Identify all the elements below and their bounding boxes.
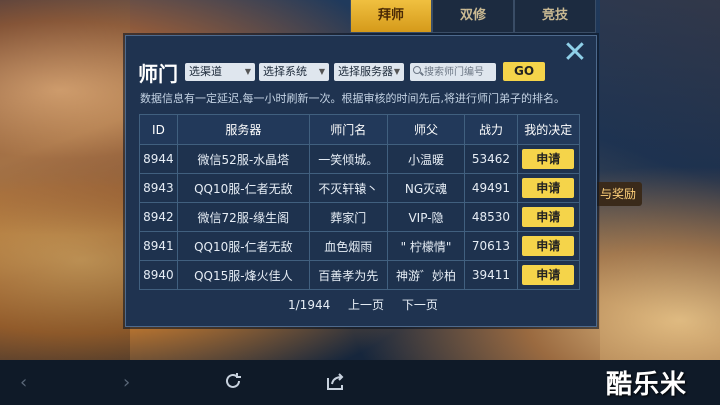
cell-server: QQ10服-仁者无敌 (176, 173, 310, 203)
apply-button[interactable]: 申请 (522, 178, 575, 198)
cell-sect: 血色烟雨 (308, 231, 388, 261)
cell-decision: 申请 (516, 144, 581, 174)
table-row: 8944 微信52服-水晶塔 一笑倾城。 小温暖 53462 申请 (139, 144, 581, 174)
search-icon (413, 66, 421, 74)
cell-sect: 一笑倾城。 (308, 144, 388, 174)
prev-page-link[interactable]: 上一页 (348, 298, 384, 312)
watermark-logo: 酷乐米 (606, 370, 688, 400)
apply-button[interactable]: 申请 (522, 265, 575, 285)
cell-sect: 不灭轩辕丶 (308, 173, 388, 203)
refresh-icon[interactable] (222, 370, 244, 392)
cell-decision: 申请 (516, 231, 581, 261)
cell-power: 48530 (464, 202, 518, 232)
cell-server: QQ15服-烽火佳人 (176, 260, 310, 290)
close-icon[interactable]: ✕ (561, 38, 589, 68)
cell-power: 53462 (464, 144, 518, 174)
forward-arrow-icon[interactable]: › (123, 372, 130, 393)
tab-arena[interactable]: 竞技 (514, 0, 596, 33)
apply-button[interactable]: 申请 (522, 207, 575, 227)
refresh-notice: 数据信息有一定延迟,每一小时刷新一次。根据审核的时间先后,将进行师门弟子的排名。 (140, 92, 565, 105)
dropdown-arrow-icon: ▼ (393, 67, 400, 76)
next-page-link[interactable]: 下一页 (402, 298, 438, 312)
tab-apprentice[interactable]: 拜师 (350, 0, 432, 33)
cell-decision: 申请 (516, 260, 581, 290)
table-row: 8943 QQ10服-仁者无敌 不灭轩辕丶 NG灭魂 49491 申请 (139, 173, 581, 203)
pagination: 1/1944 上一页 下一页 (288, 296, 452, 313)
dropdown-arrow-icon: ▼ (244, 67, 251, 76)
table-header-row: ID 服务器 师门名 师父 战力 我的决定 (139, 114, 581, 145)
system-select-label: 选择系统 (263, 65, 307, 78)
cell-sect: 百善孝为先 (308, 260, 388, 290)
character-art-left (0, 0, 130, 360)
cell-power: 49491 (464, 173, 518, 203)
cell-master: " 柠檬情" (386, 231, 466, 261)
table-row: 8940 QQ15服-烽火佳人 百善孝为先 神游゛妙柏 39411 申请 (139, 260, 581, 290)
cell-id: 8941 (139, 231, 178, 261)
cell-master: NG灭魂 (386, 173, 466, 203)
cell-server: 微信52服-水晶塔 (176, 144, 310, 174)
cell-power: 39411 (464, 260, 518, 290)
cell-master: 小温暖 (386, 144, 466, 174)
cell-id: 8940 (139, 260, 178, 290)
cell-server: 微信72服-缘生阁 (176, 202, 310, 232)
dialog-title: 师门 (138, 62, 178, 86)
cell-master: VIP-隐 (386, 202, 466, 232)
cell-decision: 申请 (516, 173, 581, 203)
cell-master: 神游゛妙柏 (386, 260, 466, 290)
cell-server: QQ10服-仁者无敌 (176, 231, 310, 261)
apply-button[interactable]: 申请 (522, 236, 575, 256)
page-indicator: 1/1944 (288, 298, 331, 312)
table-row: 8942 微信72服-缘生阁 葬家门 VIP-隐 48530 申请 (139, 202, 581, 232)
cell-id: 8944 (139, 144, 178, 174)
rewards-button[interactable]: 与奖励 (594, 182, 642, 206)
channel-select[interactable]: 选渠道 ▼ (185, 63, 255, 81)
col-header-master: 师父 (386, 114, 466, 145)
cell-id: 8942 (139, 202, 178, 232)
go-button[interactable]: GO (503, 62, 545, 81)
col-header-id: ID (139, 114, 178, 145)
cell-sect: 葬家门 (308, 202, 388, 232)
cell-power: 70613 (464, 231, 518, 261)
server-select-label: 选择服务器 (338, 65, 393, 78)
col-header-sect: 师门名 (308, 114, 388, 145)
col-header-server: 服务器 (176, 114, 310, 145)
apply-button[interactable]: 申请 (522, 149, 575, 169)
cell-id: 8943 (139, 173, 178, 203)
col-header-power: 战力 (464, 114, 518, 145)
sect-search-input[interactable] (410, 63, 496, 81)
share-icon[interactable] (324, 370, 346, 392)
back-arrow-icon[interactable]: ‹ (20, 372, 27, 393)
character-art-right (600, 0, 720, 360)
col-header-decision: 我的决定 (516, 114, 581, 145)
table-row: 8941 QQ10服-仁者无敌 血色烟雨 " 柠檬情" 70613 申请 (139, 231, 581, 261)
server-select[interactable]: 选择服务器 ▼ (334, 63, 404, 81)
sect-table: ID 服务器 师门名 师父 战力 我的决定 8944 微信52服-水晶塔 一笑倾… (139, 114, 581, 290)
dropdown-arrow-icon: ▼ (318, 67, 325, 76)
channel-select-label: 选渠道 (189, 65, 222, 78)
top-tab-bar: 拜师 双修 竞技 (350, 0, 596, 34)
tab-dual-cultivation[interactable]: 双修 (432, 0, 514, 33)
system-select[interactable]: 选择系统 ▼ (259, 63, 329, 81)
cell-decision: 申请 (516, 202, 581, 232)
